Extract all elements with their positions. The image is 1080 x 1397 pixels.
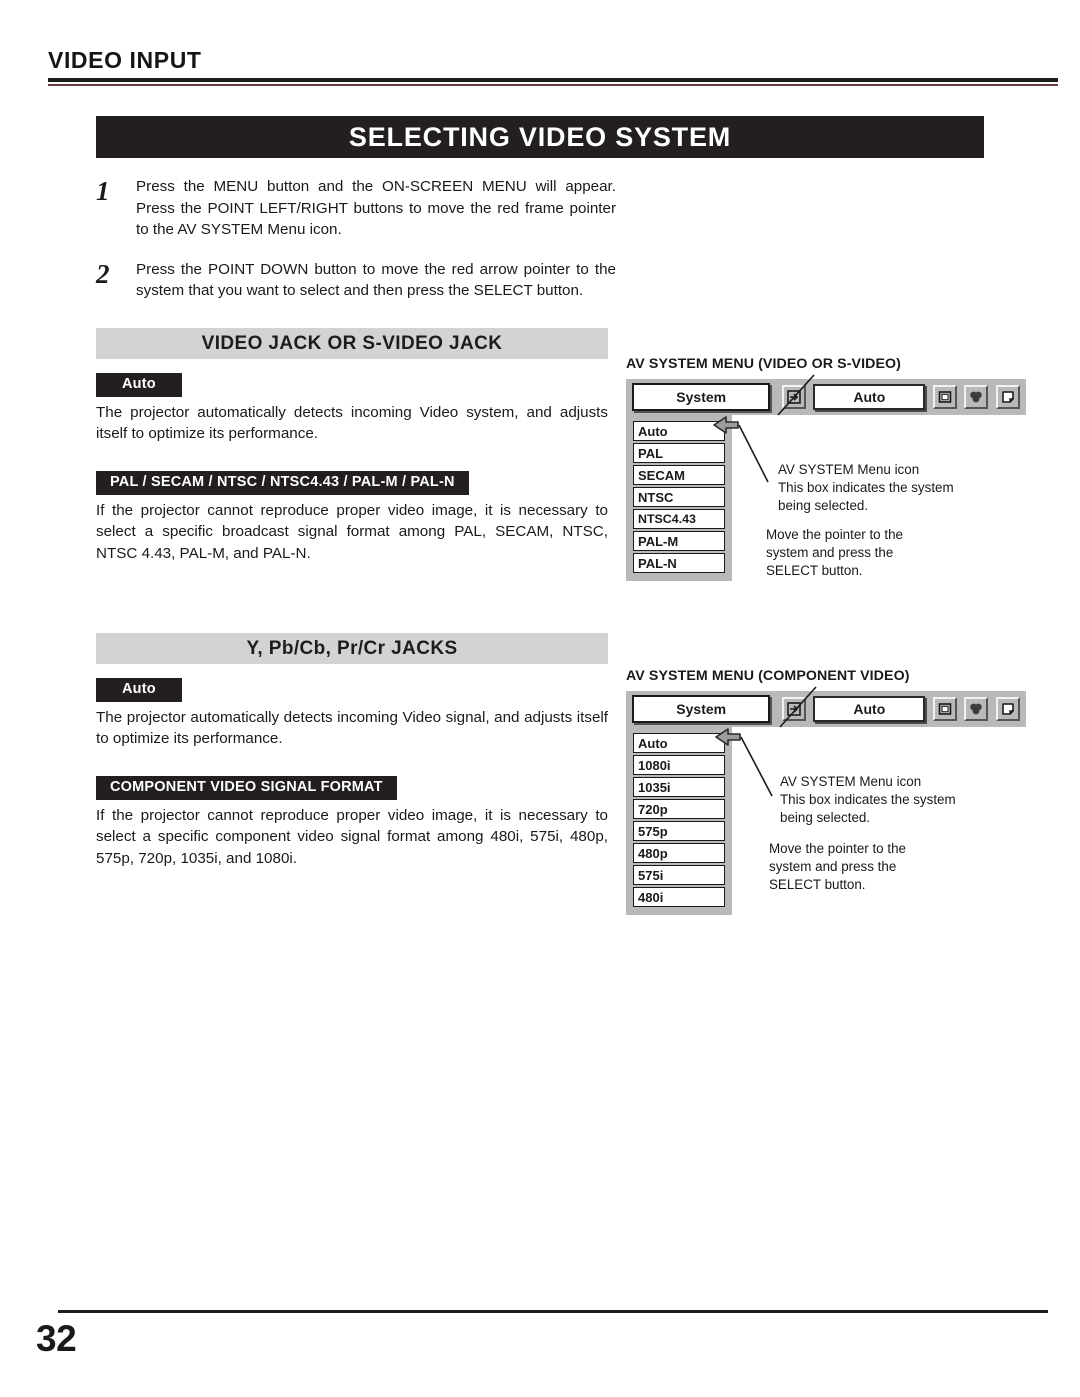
osd-list-item-label: PAL [638, 445, 664, 461]
osd-list-item[interactable]: 1035i [633, 777, 725, 797]
format-chip: COMPONENT VIDEO SIGNAL FORMAT [96, 775, 397, 800]
osd-list-item-label: 480i [638, 889, 664, 905]
auto-chip-wrap: Auto [96, 373, 608, 397]
osd-mockup: System Auto [626, 686, 1026, 915]
section-banner: SELECTING VIDEO SYSTEM [96, 116, 984, 158]
footer-rule [58, 1310, 1048, 1313]
page-kicker: VIDEO INPUT [48, 47, 202, 73]
osd-menu-bar: System Auto [626, 379, 1026, 415]
osd-list-item-label: SECAM [638, 467, 685, 483]
format-chip-wrap: PAL / SECAM / NTSC / NTSC4.43 / PAL-M / … [96, 470, 608, 495]
osd-list-item-label: 1035i [638, 779, 671, 795]
osd-list-item-label: PAL-N [638, 555, 677, 571]
diagram-av-system-component: AV SYSTEM MENU (COMPONENT VIDEO) System … [626, 668, 1026, 915]
osd-list-item[interactable]: 1080i [633, 755, 725, 775]
step-item: 1 Press the MENU button and the ON-SCREE… [96, 176, 616, 241]
osd-list-item[interactable]: 575i [633, 865, 725, 885]
section-heading-bar: VIDEO JACK OR S-VIDEO JACK [96, 328, 608, 359]
instruction-steps: 1 Press the MENU button and the ON-SCREE… [96, 176, 616, 320]
osd-option-list: Auto 1080i 1035i 720p 575p 480p 575i 480… [626, 727, 732, 915]
osd-menu-bar: System Auto [626, 691, 1026, 727]
osd-selected-value: Auto [853, 701, 886, 717]
step-text: Press the MENU button and the ON-SCREEN … [136, 178, 616, 239]
osd-system-label: System [676, 701, 727, 717]
page-number: 32 [36, 1318, 77, 1359]
callout-move-pointer: Move the pointer to the system and press… [766, 527, 903, 578]
header-rule-thick [48, 78, 1058, 83]
osd-list-item-label: 1080i [638, 757, 671, 773]
format-chip-wrap: COMPONENT VIDEO SIGNAL FORMAT [96, 775, 608, 800]
diagram-title: AV SYSTEM MENU (COMPONENT VIDEO) [626, 668, 910, 684]
section-heading-bar: Y, Pb/Cb, Pr/Cr JACKS [96, 633, 608, 664]
osd-list-item[interactable]: PAL-N [633, 553, 725, 573]
osd-selected-value-box[interactable]: Auto [813, 696, 926, 722]
osd-list-item[interactable]: 480p [633, 843, 725, 863]
osd-list-item[interactable]: SECAM [633, 465, 725, 485]
osd-list-item-label: 720p [638, 801, 668, 817]
osd-option-list: Auto PAL SECAM NTSC NTSC4.43 PAL-M PAL-N [626, 415, 732, 581]
osd-list-item[interactable]: Auto [633, 421, 725, 441]
input-source-icon[interactable] [781, 697, 806, 721]
screen-icon[interactable] [932, 697, 957, 721]
section-video-jack: VIDEO JACK OR S-VIDEO JACK Auto The proj… [96, 328, 608, 564]
osd-list-item-label: 575p [638, 823, 668, 839]
osd-list-item[interactable]: PAL [633, 443, 725, 463]
callout-move-pointer: Move the pointer to the system and press… [769, 841, 906, 892]
step-item: 2 Press the POINT DOWN button to move th… [96, 259, 616, 302]
banner-title: SELECTING VIDEO SYSTEM [348, 121, 732, 152]
format-description: If the projector cannot reproduce proper… [96, 501, 608, 562]
auto-description: The projector automatically detects inco… [96, 403, 608, 443]
step-number: 2 [96, 258, 110, 289]
osd-list-item-label: PAL-M [638, 533, 679, 549]
step-text: Press the POINT DOWN button to move the … [136, 260, 616, 300]
section-heading-text: VIDEO JACK OR S-VIDEO JACK [201, 332, 503, 354]
input-source-icon[interactable] [781, 385, 806, 409]
osd-list-item-label: 575i [638, 867, 664, 883]
section-heading-text: Y, Pb/Cb, Pr/Cr JACKS [246, 637, 458, 659]
auto-chip-wrap: Auto [96, 678, 608, 702]
format-chip: PAL / SECAM / NTSC / NTSC4.43 / PAL-M / … [96, 470, 469, 495]
osd-list-item-label: NTSC4.43 [638, 512, 696, 526]
osd-list-item-label: Auto [638, 735, 668, 751]
format-description: If the projector cannot reproduce proper… [96, 806, 608, 867]
osd-list-item[interactable]: PAL-M [633, 531, 725, 551]
osd-selected-value-box[interactable]: Auto [813, 384, 926, 410]
osd-list-item[interactable]: 720p [633, 799, 725, 819]
step-number: 1 [96, 176, 110, 206]
diagram-av-system-video: AV SYSTEM MENU (VIDEO OR S-VIDEO) System… [626, 356, 1026, 581]
osd-list-item[interactable]: 575p [633, 821, 725, 841]
osd-list-item-label: Auto [638, 423, 668, 439]
osd-mockup: System Auto [626, 374, 1026, 581]
auto-chip: Auto [96, 373, 182, 397]
osd-list-item-label: 480p [638, 845, 668, 861]
callout-selected-box: AV SYSTEM Menu icon This box indicates t… [778, 462, 954, 513]
osd-system-label-box[interactable]: System [632, 383, 771, 411]
page-curl-icon[interactable] [996, 697, 1021, 721]
osd-list-item[interactable]: Auto [633, 733, 725, 753]
osd-list-item[interactable]: 480i [633, 887, 725, 907]
section-component-jack: Y, Pb/Cb, Pr/Cr JACKS Auto The projector… [96, 633, 608, 869]
osd-system-label-box[interactable]: System [632, 695, 771, 723]
osd-list-item[interactable]: NTSC4.43 [633, 509, 725, 529]
osd-list-item-label: NTSC [638, 489, 674, 505]
osd-list-item[interactable]: NTSC [633, 487, 725, 507]
diagram-title: AV SYSTEM MENU (VIDEO OR S-VIDEO) [626, 356, 901, 372]
page-header: VIDEO INPUT [48, 47, 1058, 87]
osd-selected-value: Auto [853, 389, 886, 405]
page-curl-icon[interactable] [996, 385, 1021, 409]
osd-system-label: System [676, 389, 727, 405]
color-adjust-icon[interactable] [964, 697, 989, 721]
header-rule-accent [48, 84, 1058, 87]
color-adjust-icon[interactable] [964, 385, 989, 409]
auto-description: The projector automatically detects inco… [96, 708, 608, 748]
callout-selected-box: AV SYSTEM Menu icon This box indicates t… [780, 774, 956, 825]
screen-icon[interactable] [932, 385, 957, 409]
auto-chip: Auto [96, 678, 182, 702]
